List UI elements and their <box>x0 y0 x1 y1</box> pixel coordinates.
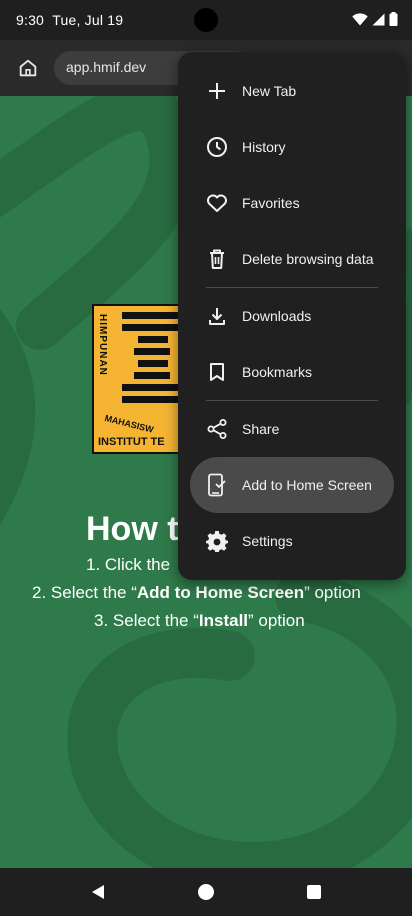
menu-item-label: History <box>242 139 286 155</box>
menu-item-label: Delete browsing data <box>242 251 374 267</box>
step-2-bold: Add to Home Screen <box>136 583 305 602</box>
logo-bar <box>134 372 170 379</box>
back-button[interactable] <box>88 882 108 902</box>
menu-divider <box>206 287 378 288</box>
clock-icon <box>206 136 228 158</box>
bookmark-icon <box>206 361 228 383</box>
address-bar-url: app.hmif.dev <box>66 59 147 75</box>
status-bar: 9:30 Tue, Jul 19 <box>0 0 412 40</box>
menu-item-downloads[interactable]: Downloads <box>178 299 406 333</box>
menu-item-label: Add to Home Screen <box>242 477 372 493</box>
home-button[interactable] <box>14 54 42 82</box>
logo-small-text: MAHASISW <box>103 413 155 435</box>
step-2: 2. Select the “Add to Home Screen” optio… <box>32 583 361 602</box>
page-heading: How t <box>86 510 179 548</box>
menu-item-share[interactable]: Share <box>178 412 406 446</box>
back-icon <box>92 885 104 899</box>
menu-item-favorites[interactable]: Favorites <box>178 186 406 220</box>
heart-icon <box>206 192 228 214</box>
step-3: 3. Select the “Install” option <box>94 611 305 630</box>
battery-icon <box>389 12 398 26</box>
logo-bar <box>138 360 168 367</box>
camera-cutout <box>194 8 218 32</box>
home-nav-button[interactable] <box>196 882 216 902</box>
logo-vertical-text: HIMPUNAN <box>97 314 108 376</box>
system-nav-bar <box>0 868 412 916</box>
recents-button[interactable] <box>304 882 324 902</box>
home-icon <box>19 59 37 77</box>
status-time: 9:30 Tue, Jul 19 <box>16 12 124 28</box>
signal-icon <box>372 13 385 25</box>
menu-item-history[interactable]: History <box>178 130 406 164</box>
logo-bar <box>134 348 170 355</box>
home-circle-icon <box>198 884 214 900</box>
menu-item-label: Share <box>242 421 280 437</box>
status-icons <box>352 12 398 26</box>
browser-overflow-menu: New Tab History Favorites Delete browsin… <box>178 52 406 580</box>
settings-icon <box>206 530 228 552</box>
logo-bar <box>138 336 168 343</box>
menu-item-label: Favorites <box>242 195 300 211</box>
menu-item-label: Settings <box>242 533 293 549</box>
menu-divider <box>206 400 378 401</box>
plus-icon <box>206 80 228 102</box>
step-3-bold: Install <box>198 611 249 630</box>
logo-bottom-text: INSTITUT TE <box>98 436 165 448</box>
menu-item-label: Bookmarks <box>242 364 313 380</box>
status-date: Tue, Jul 19 <box>52 12 124 28</box>
menu-item-bookmarks[interactable]: Bookmarks <box>178 355 406 389</box>
menu-item-delete-browsing-data[interactable]: Delete browsing data <box>178 238 406 280</box>
step-1: 1. Click the <box>86 555 171 574</box>
menu-item-settings[interactable]: Settings <box>178 524 406 558</box>
trash-icon <box>206 248 228 270</box>
recents-icon <box>307 885 321 899</box>
menu-item-label: New Tab <box>242 83 297 99</box>
share-icon <box>206 418 228 440</box>
wifi-icon <box>352 12 368 25</box>
menu-item-new-tab[interactable]: New Tab <box>178 74 406 108</box>
add-to-home-icon <box>206 473 228 497</box>
download-icon <box>206 305 228 327</box>
menu-item-add-to-home-screen[interactable]: Add to Home Screen <box>190 457 394 513</box>
menu-item-label: Downloads <box>242 308 312 324</box>
